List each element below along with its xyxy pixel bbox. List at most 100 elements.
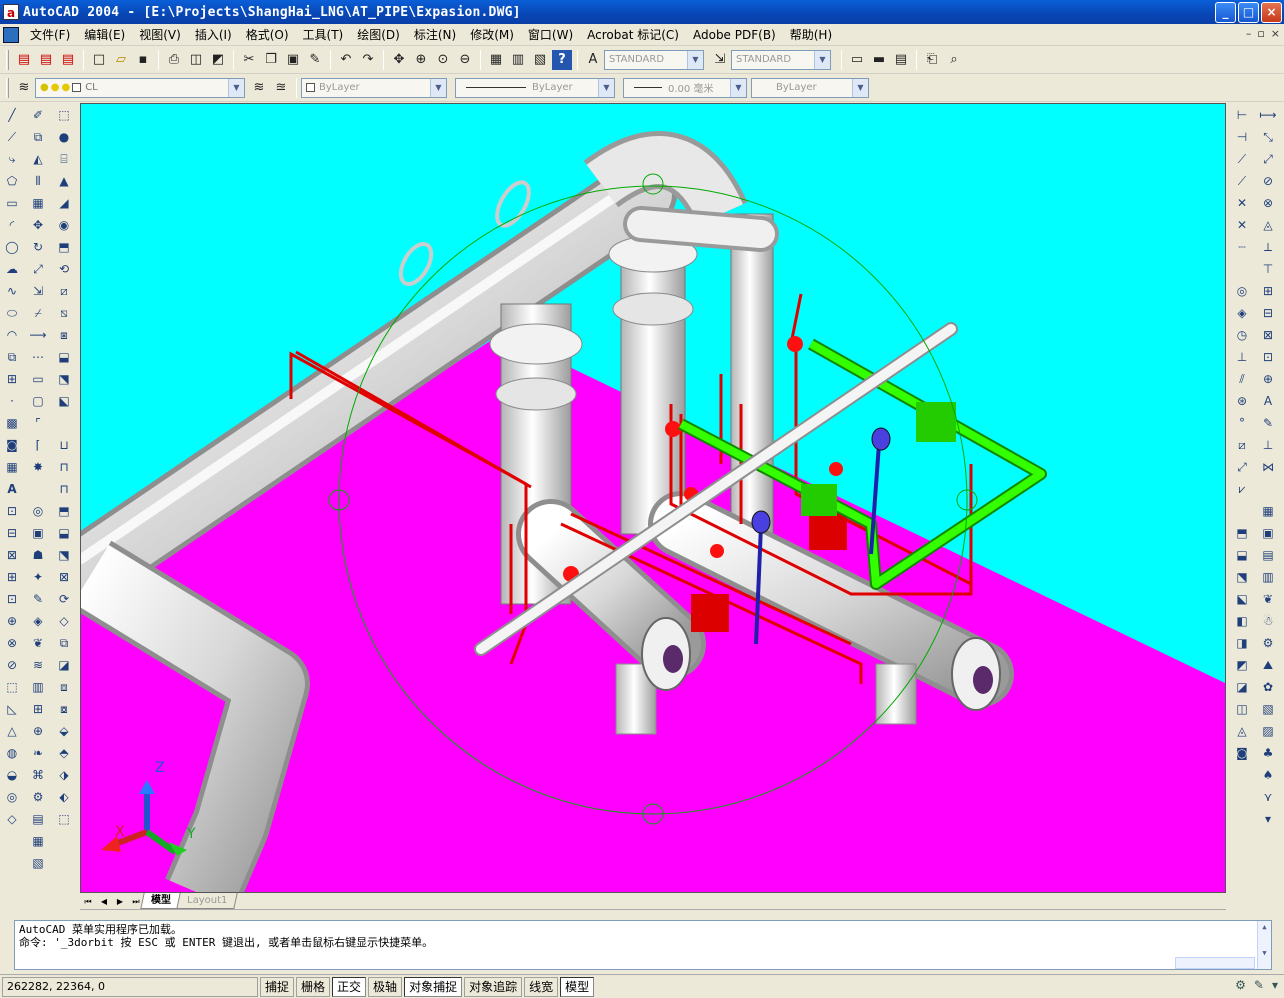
dim-ordinate-icon[interactable]: ⟋ — [1232, 171, 1252, 191]
tab-layout1[interactable]: Layout1 — [176, 893, 239, 909]
setup-view-icon[interactable]: ⬔ — [54, 369, 74, 389]
construction-line-icon[interactable]: ⟋ — [2, 127, 22, 147]
torus-solid-icon[interactable]: ◉ — [54, 215, 74, 235]
point-icon[interactable]: · — [2, 391, 22, 411]
paste-icon[interactable]: ▣ — [283, 50, 303, 70]
vehicle-icon[interactable]: ⚙ — [1258, 633, 1278, 653]
move-icon[interactable]: ✥ — [28, 215, 48, 235]
layer-off-icon[interactable]: ▤ — [1258, 545, 1278, 565]
lineweight-select[interactable]: 0.00 毫米 ▼ — [623, 77, 747, 98]
delete-face-icon[interactable]: ⊠ — [54, 567, 74, 587]
design-center-icon[interactable]: ▥ — [508, 50, 528, 70]
copy-object-icon[interactable]: ⧉ — [28, 127, 48, 147]
copy-edge-icon[interactable]: ⧈ — [54, 677, 74, 697]
doc-close-button[interactable]: × — [1271, 27, 1280, 40]
view-bottom-icon[interactable]: ⬓ — [1232, 545, 1252, 565]
grass-icon[interactable]: ⋎ — [1258, 787, 1278, 807]
properties-icon[interactable]: ▦ — [486, 50, 506, 70]
landscape-icon[interactable]: ❦ — [28, 633, 48, 653]
landscape-edit-icon[interactable]: ❧ — [28, 743, 48, 763]
view-left-icon[interactable]: ⬔ — [1232, 567, 1252, 587]
snap-center-icon[interactable]: ⊤ — [1258, 259, 1278, 279]
camera-icon[interactable]: ◙ — [1232, 743, 1252, 763]
explode-icon[interactable]: ✸ — [28, 457, 48, 477]
insert-block-icon[interactable]: ⧉ — [2, 347, 22, 367]
table-icon[interactable]: ▦ — [2, 457, 22, 477]
close-button[interactable]: × — [1261, 2, 1282, 23]
snap-extension-icon[interactable]: ⟂ — [1258, 237, 1278, 257]
clean-icon[interactable]: ⬘ — [54, 743, 74, 763]
view-front-icon[interactable]: ◧ — [1232, 611, 1252, 631]
match-properties-icon[interactable]: ✎ — [305, 50, 325, 70]
chevron-down-icon[interactable]: ▼ — [598, 78, 614, 97]
pdf-email-icon[interactable]: ▤ — [58, 50, 78, 70]
extrude-face-icon[interactable]: ⬒ — [54, 501, 74, 521]
separate-icon[interactable]: ⬗ — [54, 765, 74, 785]
fillet-icon[interactable]: ⌈ — [28, 435, 48, 455]
stretch-icon[interactable]: ⇲ — [28, 281, 48, 301]
line-icon[interactable]: ╱ — [2, 105, 22, 125]
menu-help[interactable]: 帮助(H) — [783, 26, 839, 43]
interfere-icon[interactable]: ⧆ — [54, 325, 74, 345]
dim-update-icon[interactable]: ⤢ — [1232, 457, 1252, 477]
menu-tools[interactable]: 工具(T) — [296, 26, 351, 43]
dim-style-icon[interactable]: ⇲ — [710, 50, 730, 70]
quick-dim-icon[interactable]: ◎ — [1232, 281, 1252, 301]
zoom-window-icon[interactable]: ⊙ — [433, 50, 453, 70]
revision-cloud-icon[interactable]: ☁ — [2, 259, 22, 279]
menu-format[interactable]: 格式(O) — [239, 26, 296, 43]
background-icon[interactable]: ▥ — [28, 677, 48, 697]
dish-icon[interactable]: ◒ — [2, 765, 22, 785]
color-face-icon[interactable]: ◪ — [54, 655, 74, 675]
plotstyle-select[interactable]: ByLayer ▼ — [751, 77, 869, 98]
redo-icon[interactable]: ↷ — [358, 50, 378, 70]
ellipse-icon[interactable]: ⬭ — [2, 303, 22, 323]
more-icon[interactable]: ▾ — [1258, 809, 1278, 829]
maximize-button[interactable]: □ — [1238, 2, 1259, 23]
layer-freeze-icon[interactable]: ▥ — [1258, 567, 1278, 587]
polygon-icon[interactable]: ⬠ — [2, 171, 22, 191]
layer-manager-icon[interactable]: ≋ — [14, 78, 34, 98]
layer-previous-icon[interactable]: ≊ — [271, 78, 291, 98]
join-icon[interactable]: ▢ — [28, 391, 48, 411]
dim-angular-icon[interactable]: ┈ — [1232, 237, 1252, 257]
first-tab-icon[interactable]: ⏮ — [80, 894, 96, 909]
plant-icon[interactable]: ✿ — [1258, 677, 1278, 697]
snap-settings-icon[interactable]: ⋈ — [1258, 457, 1278, 477]
trim-icon[interactable]: ⌿ — [28, 303, 48, 323]
lineweight-toggle[interactable]: 线宽 — [524, 976, 559, 997]
shell-icon[interactable]: ⬖ — [54, 787, 74, 807]
document-icon[interactable] — [3, 26, 19, 43]
sphere-icon[interactable]: ◍ — [2, 743, 22, 763]
dim-linear-v-icon[interactable]: ⊢ — [1232, 105, 1252, 125]
view-top-icon[interactable]: ⬒ — [1232, 523, 1252, 543]
view-back-icon[interactable]: ◨ — [1232, 633, 1252, 653]
layer-isolate-icon[interactable]: ▣ — [1258, 523, 1278, 543]
ucs-icon[interactable]: ⊡ — [2, 501, 22, 521]
command-hscrollbar[interactable] — [1175, 957, 1255, 969]
publish-icon[interactable]: ◩ — [208, 50, 228, 70]
erase-icon[interactable]: ✐ — [28, 105, 48, 125]
snap-quadrant-icon[interactable]: ⊞ — [1258, 281, 1278, 301]
array-icon[interactable]: ▦ — [28, 193, 48, 213]
chevron-down-icon[interactable]: ▼ — [228, 78, 244, 97]
open-file-icon[interactable]: ▱ — [111, 50, 131, 70]
polar-toggle[interactable]: 极轴 — [368, 976, 403, 997]
help-icon[interactable]: ? — [552, 49, 572, 70]
view-right-icon[interactable]: ⬕ — [1232, 589, 1252, 609]
tool-palettes-icon[interactable]: ▧ — [530, 50, 550, 70]
snap-apparent-icon[interactable]: ◬ — [1258, 215, 1278, 235]
check-icon[interactable]: ⬚ — [54, 809, 74, 829]
ucs-zaxis-icon[interactable]: ⊗ — [2, 633, 22, 653]
polyline-icon[interactable]: ⤷ — [2, 149, 22, 169]
make-block-icon[interactable]: ⊞ — [2, 369, 22, 389]
extrude-icon[interactable]: ⬒ — [54, 237, 74, 257]
dim-style-side-icon[interactable]: ⩗ — [1232, 479, 1252, 499]
find-icon[interactable]: ⌕ — [944, 50, 964, 70]
color-select[interactable]: ByLayer ▼ — [301, 77, 447, 98]
dim-aligned-icon[interactable]: ▬ — [869, 50, 889, 70]
rotate-face-icon[interactable]: ⟳ — [54, 589, 74, 609]
view-se-iso-icon[interactable]: ◪ — [1232, 677, 1252, 697]
doc-minimize-button[interactable]: – — [1246, 27, 1252, 40]
drawing-viewport[interactable]: Z X Y — [80, 103, 1226, 893]
